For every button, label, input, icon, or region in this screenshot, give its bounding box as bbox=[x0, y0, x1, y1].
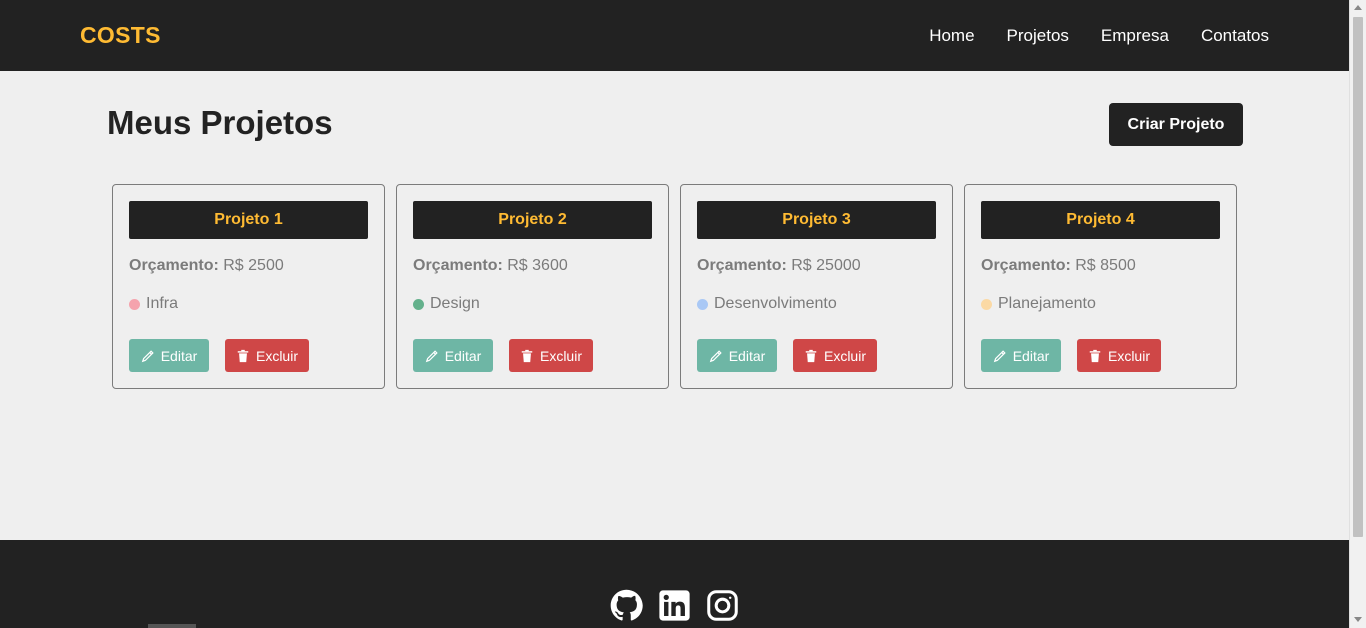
project-category: Infra bbox=[129, 295, 178, 313]
scroll-up-arrow-icon[interactable] bbox=[1354, 5, 1362, 10]
delete-label: Excluir bbox=[1107, 347, 1150, 364]
delete-button[interactable]: Excluir bbox=[509, 339, 593, 372]
project-card: Projeto 3 Orçamento: R$ 25000 Desenvolvi… bbox=[680, 184, 953, 389]
project-category: Design bbox=[413, 295, 480, 313]
trash-icon bbox=[237, 349, 249, 362]
budget-value: R$ 8500 bbox=[1075, 257, 1136, 274]
logo[interactable]: COSTS bbox=[80, 22, 161, 49]
nav-links: Home Projetos Empresa Contatos bbox=[897, 26, 1269, 46]
delete-button[interactable]: Excluir bbox=[1077, 339, 1161, 372]
delete-button[interactable]: Excluir bbox=[225, 339, 309, 372]
category-dot bbox=[981, 298, 992, 310]
pencil-icon bbox=[993, 349, 1006, 362]
github-icon[interactable] bbox=[610, 589, 643, 622]
budget-value: R$ 2500 bbox=[223, 257, 284, 274]
project-title: Projeto 1 bbox=[129, 201, 368, 239]
budget-value: R$ 25000 bbox=[791, 257, 861, 274]
category-label: Desenvolvimento bbox=[714, 295, 837, 312]
edit-label: Editar bbox=[160, 347, 198, 364]
trash-icon bbox=[521, 349, 533, 362]
category-label: Planejamento bbox=[998, 295, 1096, 312]
edit-button[interactable]: Editar bbox=[697, 339, 777, 372]
edit-button[interactable]: Editar bbox=[129, 339, 209, 372]
budget-value: R$ 3600 bbox=[507, 257, 568, 274]
create-project-button[interactable]: Criar Projeto bbox=[1109, 103, 1243, 146]
nav-link-projetos[interactable]: Projetos bbox=[1007, 26, 1069, 46]
budget-label: Orçamento: bbox=[697, 257, 787, 274]
navbar: COSTS Home Projetos Empresa Contatos bbox=[0, 0, 1349, 71]
budget-label: Orçamento: bbox=[413, 257, 503, 274]
project-budget: Orçamento: R$ 2500 bbox=[129, 257, 284, 275]
linkedin-icon[interactable] bbox=[658, 589, 691, 622]
footer bbox=[0, 540, 1349, 628]
edit-label: Editar bbox=[728, 347, 766, 364]
edit-button[interactable]: Editar bbox=[981, 339, 1061, 372]
page-title: Meus Projetos bbox=[107, 104, 333, 141]
category-label: Design bbox=[430, 295, 480, 312]
project-card: Projeto 4 Orçamento: R$ 8500 Planejament… bbox=[964, 184, 1237, 389]
vertical-scrollbar[interactable] bbox=[1349, 0, 1366, 628]
pencil-icon bbox=[141, 349, 154, 362]
trash-icon bbox=[805, 349, 817, 362]
budget-label: Orçamento: bbox=[129, 257, 219, 274]
instagram-icon[interactable] bbox=[706, 589, 739, 622]
project-title: Projeto 4 bbox=[981, 201, 1220, 239]
trash-icon bbox=[1089, 349, 1101, 362]
delete-label: Excluir bbox=[255, 347, 298, 364]
pencil-icon bbox=[709, 349, 722, 362]
edit-label: Editar bbox=[1012, 347, 1050, 364]
project-category: Desenvolvimento bbox=[697, 295, 837, 313]
scrollbar-thumb[interactable] bbox=[1353, 17, 1363, 537]
category-label: Infra bbox=[146, 295, 179, 312]
nav-link-home[interactable]: Home bbox=[929, 26, 974, 46]
project-card: Projeto 2 Orçamento: R$ 3600 Design Edit… bbox=[396, 184, 669, 389]
project-budget: Orçamento: R$ 25000 bbox=[697, 257, 861, 275]
project-category: Planejamento bbox=[981, 295, 1096, 313]
pencil-icon bbox=[425, 349, 438, 362]
footer-divider bbox=[148, 624, 196, 628]
category-dot bbox=[697, 298, 708, 310]
nav-link-empresa[interactable]: Empresa bbox=[1101, 26, 1169, 46]
budget-label: Orçamento: bbox=[981, 257, 1071, 274]
nav-link-contatos[interactable]: Contatos bbox=[1201, 26, 1269, 46]
category-dot bbox=[413, 298, 424, 310]
project-budget: Orçamento: R$ 8500 bbox=[981, 257, 1136, 275]
delete-button[interactable]: Excluir bbox=[793, 339, 877, 372]
edit-button[interactable]: Editar bbox=[413, 339, 493, 372]
project-card: Projeto 1 Orçamento: R$ 2500 Infra Edita… bbox=[112, 184, 385, 389]
project-title: Projeto 2 bbox=[413, 201, 652, 239]
project-budget: Orçamento: R$ 3600 bbox=[413, 257, 568, 275]
project-title: Projeto 3 bbox=[697, 201, 936, 239]
delete-label: Excluir bbox=[823, 347, 866, 364]
edit-label: Editar bbox=[444, 347, 482, 364]
category-dot bbox=[129, 298, 140, 310]
delete-label: Excluir bbox=[539, 347, 582, 364]
social-links bbox=[610, 589, 754, 622]
scroll-down-arrow-icon[interactable] bbox=[1354, 617, 1362, 622]
